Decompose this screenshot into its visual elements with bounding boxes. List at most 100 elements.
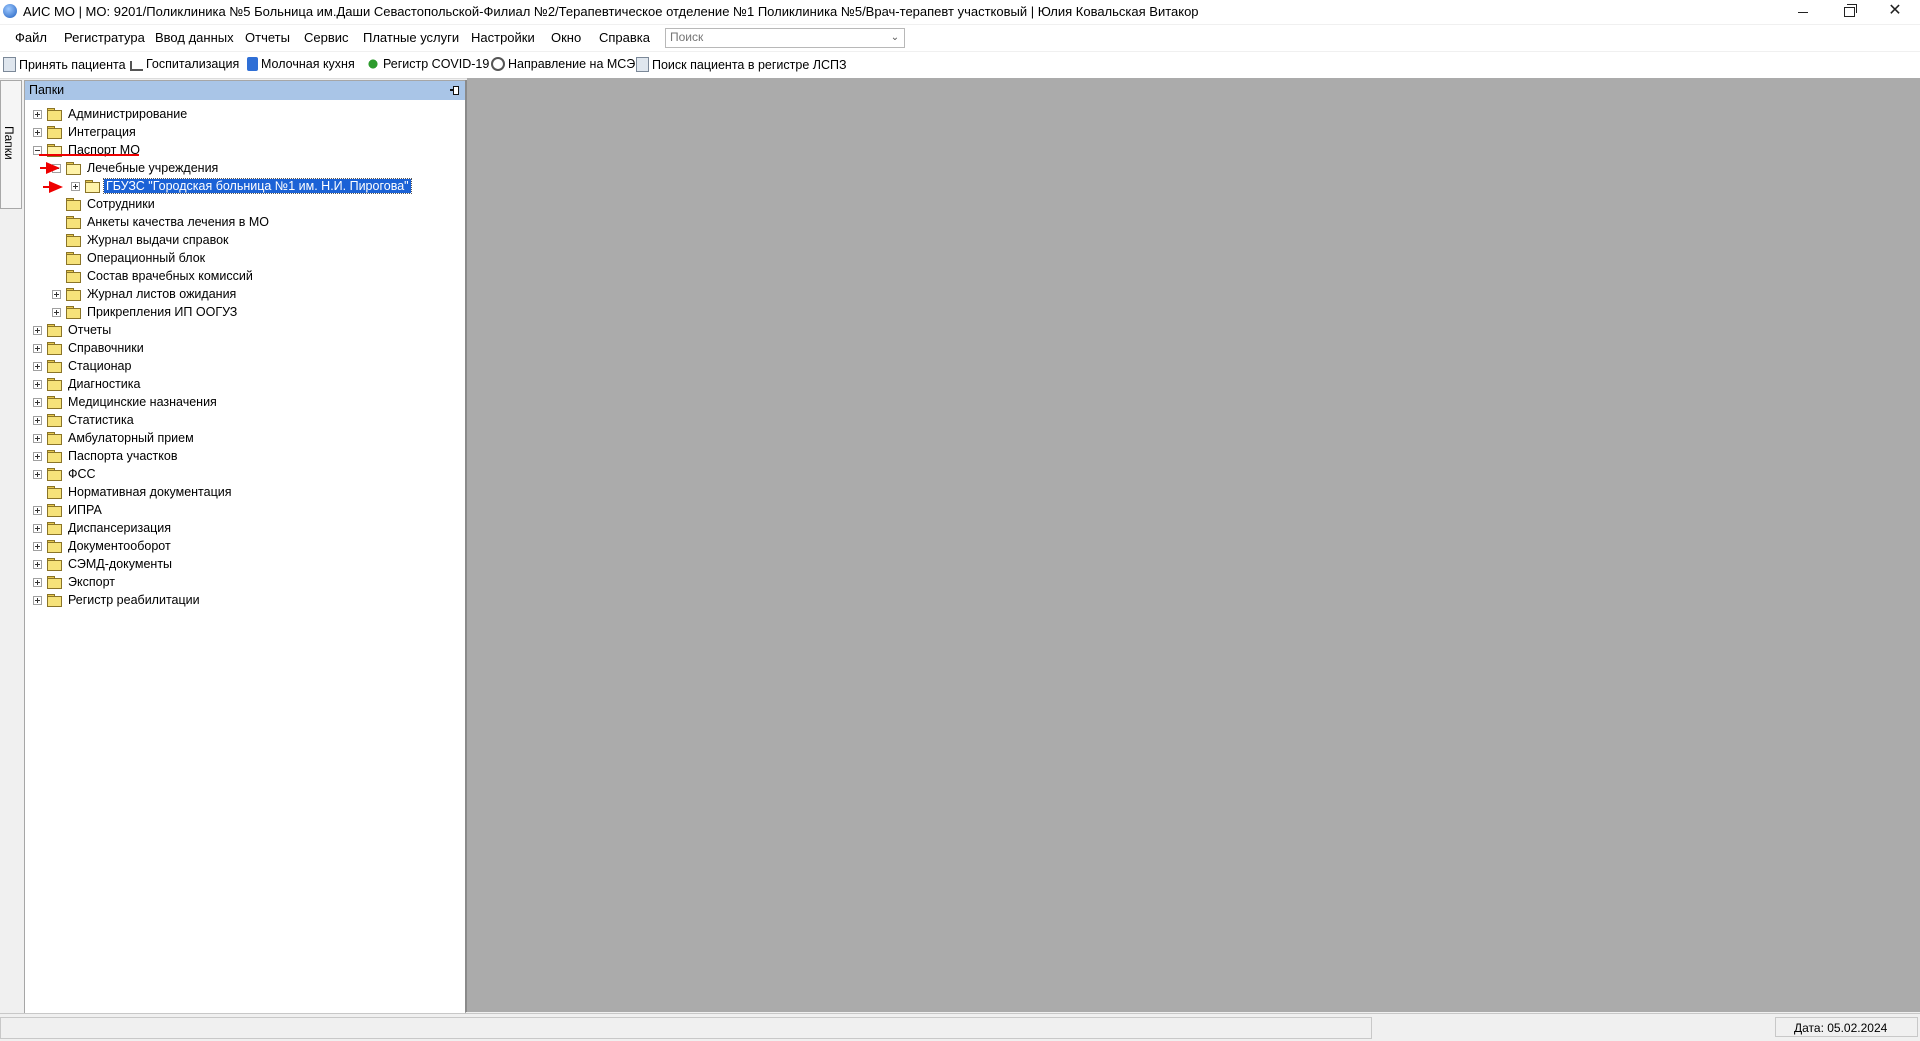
menu-paid-services[interactable]: Платные услуги [363,30,459,45]
accept-patient-button[interactable]: Принять пациента [3,57,126,72]
tree-node[interactable]: Амбулаторный прием [33,429,196,447]
tree-node[interactable]: Регистр реабилитации [33,591,202,609]
tree-node[interactable]: Диспансеризация [33,519,173,537]
tree-node[interactable]: ИПРА [33,501,104,519]
menu-registry[interactable]: Регистратура [64,30,145,45]
workspace-area [467,78,1920,1012]
tree-node-label: СЭМД-документы [68,557,173,571]
tree-node[interactable]: Нормативная документация [33,483,234,501]
expand-icon[interactable] [33,469,42,479]
chevron-down-icon[interactable]: ⌄ [888,30,902,46]
menu-reports[interactable]: Отчеты [245,30,290,45]
covid-register-button[interactable]: Регистр COVID-19 [366,57,489,71]
milk-kitchen-label: Молочная кухня [261,57,355,71]
tree-node[interactable]: Интеграция [33,123,138,141]
tree-node-label: Нормативная документация [68,485,232,499]
menu-settings[interactable]: Настройки [471,30,535,45]
tree-node[interactable]: Журнал выдачи справок [52,231,231,249]
tree-node[interactable]: Журнал листов ожидания [52,285,238,303]
menu-window[interactable]: Окно [551,30,581,45]
menu-service[interactable]: Сервис [304,30,349,45]
expand-icon[interactable] [52,307,61,317]
tree-node[interactable]: Состав врачебных комиссий [52,267,255,285]
annotation-arrow [43,181,63,193]
tree-node[interactable]: Паспорта участков [33,447,180,465]
tree-node-label: Экспорт [68,575,115,589]
tree-node-label: Операционный блок [87,251,206,265]
tree-node-label: ГБУЗС "Городская больница №1 им. Н.И. Пи… [103,178,412,194]
expand-icon[interactable] [33,127,42,137]
folder-icon [47,450,62,463]
tree-node[interactable]: ГБУЗС "Городская больница №1 им. Н.И. Пи… [71,177,412,195]
expand-icon[interactable] [33,595,42,605]
expand-icon[interactable] [33,397,42,407]
close-icon: ✕ [1888,2,1902,19]
expand-icon[interactable] [33,451,42,461]
menu-file[interactable]: Файл [15,30,47,45]
tree-node[interactable]: Отчеты [33,321,113,339]
menu-help[interactable]: Справка [599,30,650,45]
tree-node[interactable]: Анкеты качества лечения в МО [52,213,271,231]
mse-referral-button[interactable]: Направление на МСЭ [491,57,635,71]
folder-icon [47,468,62,481]
tree-node-label: Журнал листов ожидания [87,287,237,301]
expand-icon[interactable] [33,415,42,425]
tree-node[interactable]: Сотрудники [52,195,157,213]
search-combobox[interactable]: ⌄ [665,28,905,48]
expand-icon[interactable] [52,289,61,299]
menu-data-entry[interactable]: Ввод данных [155,30,234,45]
expand-icon[interactable] [33,325,42,335]
folders-panel: Папки Администрирование Интеграция Паспорт… [24,80,466,1014]
tree-node-label: ИПРА [68,503,102,517]
lspz-search-label: Поиск пациента в регистре ЛСПЗ [652,57,847,72]
lspz-search-button[interactable]: Поиск пациента в регистре ЛСПЗ [636,57,847,72]
tree-node-label: Статистика [68,413,134,427]
expand-icon[interactable] [33,505,42,515]
expand-icon[interactable] [33,559,42,569]
expand-icon[interactable] [33,523,42,533]
toolbar: Принять пациента Госпитализация Молочная… [0,52,1920,79]
tree-node[interactable]: Администрирование [33,105,189,123]
tree-node[interactable]: Справочники [33,339,146,357]
status-message [0,1017,1372,1039]
expand-icon[interactable] [33,433,42,443]
folders-side-tab[interactable]: Папки [0,80,22,209]
close-button[interactable]: ✕ [1872,0,1918,24]
covid-virus-icon [366,57,380,71]
tree-node[interactable]: Стационар [33,357,133,375]
tree-node[interactable]: ФСС [33,465,98,483]
folder-icon [47,486,62,499]
tree-node[interactable]: Операционный блок [52,249,207,267]
tree-node[interactable]: Прикрепления ИП ООГУЗ [52,303,239,321]
expand-icon[interactable] [33,361,42,371]
expand-icon[interactable] [33,109,42,119]
tree-node[interactable]: Экспорт [33,573,117,591]
minimize-button[interactable] [1780,0,1826,24]
hospitalization-button[interactable]: Госпитализация [130,57,239,71]
expand-icon[interactable] [33,577,42,587]
tree-node[interactable]: Статистика [33,411,136,429]
milk-kitchen-button[interactable]: Молочная кухня [247,57,355,71]
folder-icon [47,504,62,517]
tree-node[interactable]: Документооборот [33,537,173,555]
expand-icon[interactable] [71,181,80,191]
search-input[interactable] [666,29,884,45]
restore-button[interactable] [1826,0,1872,24]
expand-icon[interactable] [33,541,42,551]
folder-icon [66,288,81,301]
hospitalization-label: Госпитализация [146,57,240,71]
tree-node[interactable]: СЭМД-документы [33,555,174,573]
expand-icon[interactable] [33,379,42,389]
expand-icon[interactable] [33,343,42,353]
tree-node[interactable]: Паспорт МО [33,141,142,159]
title-bar: АИС МО | МО: 9201/Поликлиника №5 Больниц… [0,0,1920,24]
folder-icon [47,396,62,409]
pin-icon[interactable] [450,85,459,95]
tree-node[interactable]: Диагностика [33,375,142,393]
tree-node[interactable]: Медицинские назначения [33,393,219,411]
tree-node[interactable]: Лечебные учреждения [52,159,220,177]
folders-panel-header: Папки [25,81,465,100]
